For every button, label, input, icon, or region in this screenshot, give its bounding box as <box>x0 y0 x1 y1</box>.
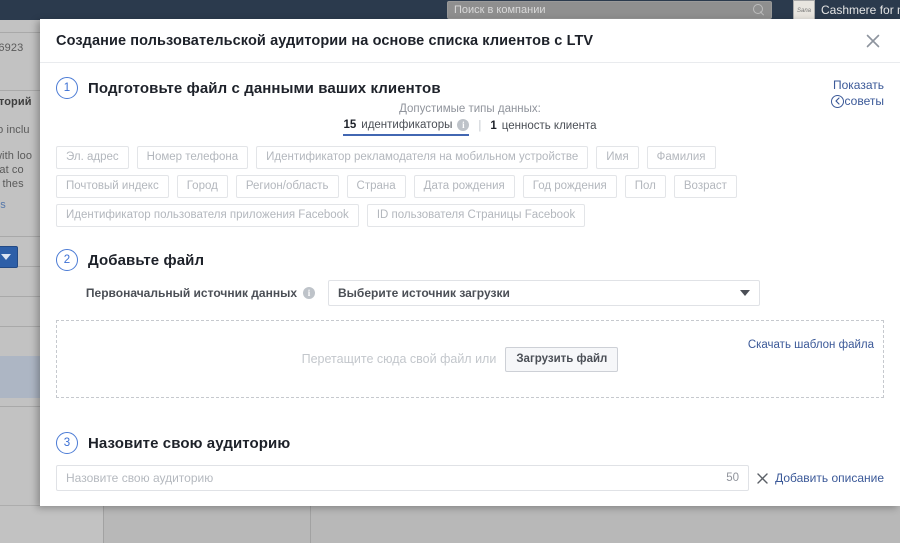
show-tips-line2: советы <box>844 94 884 108</box>
step-2-number: 2 <box>56 249 78 271</box>
chip-item: ID пользователя Страницы Facebook <box>366 204 586 227</box>
chip-item: Почтовый индекс <box>56 175 169 198</box>
chip-item: Возраст <box>673 175 737 198</box>
identifier-chip-list: Эл. адрес Номер телефона Идентификатор р… <box>56 146 884 227</box>
chip-row: Почтовый индекс Город Регион/область Стр… <box>56 175 884 198</box>
chip-item: Идентификатор пользователя приложения Fa… <box>56 204 359 227</box>
background-snippet: that co <box>0 164 24 176</box>
step-1-number: 1 <box>56 77 78 99</box>
account-name: Cashmere for m <box>821 3 900 17</box>
chip-item: Регион/область <box>235 175 339 198</box>
background-snippet: of thes <box>0 178 24 190</box>
step-2-header: 2 Добавьте файл <box>56 249 884 271</box>
file-dropzone[interactable]: Перетащите сюда свой файл или Загрузить … <box>56 320 884 398</box>
data-source-select-value: Выберите источник загрузки <box>338 286 510 300</box>
step-3-header: 3 Назовите свою аудиторию <box>56 432 884 454</box>
data-type-tabs: 15 идентификаторы i | 1 ценность клиента <box>56 119 884 136</box>
character-counter: 50 <box>726 472 740 484</box>
background-dropdown-button[interactable] <box>0 246 18 268</box>
chip-item: Дата рождения <box>413 175 515 198</box>
info-icon[interactable]: i <box>303 287 315 299</box>
background-snippet: to inclu <box>0 124 30 136</box>
step-1-header: 1 Подготовьте файл с данными ваших клиен… <box>56 77 884 99</box>
chevron-left-circle-icon <box>830 94 844 108</box>
step-3-section: 3 Назовите свою аудиторию Назовите свою … <box>56 432 884 491</box>
step-2-title: Добавьте файл <box>88 251 205 269</box>
chevron-down-icon <box>1 254 11 260</box>
company-search-field[interactable]: Поиск в компании <box>447 1 772 19</box>
add-description-link[interactable]: Добавить описание <box>775 471 884 485</box>
audience-name-placeholder: Назовите свою аудиторию <box>66 471 214 485</box>
modal-body: Показать советы 1 Подготовьте файл с дан… <box>40 63 900 491</box>
tab-separator: | <box>478 120 482 132</box>
divider <box>310 505 311 543</box>
data-source-row: Первоначальный источник данных i Выберит… <box>56 280 884 306</box>
chip-item: Год рождения <box>522 175 617 198</box>
upload-file-button[interactable]: Загрузить файл <box>505 346 619 372</box>
dropzone-text: Перетащите сюда свой файл или <box>301 352 497 366</box>
tab-customer-value-label: ценность клиента <box>501 120 597 132</box>
close-icon[interactable] <box>749 472 775 484</box>
account-thumbnail: Sana <box>793 0 815 20</box>
show-tips-line1: Показать <box>832 78 884 92</box>
info-icon[interactable]: i <box>457 119 470 131</box>
page-title: Создание пользовательской аудитории на о… <box>56 32 594 49</box>
chevron-down-icon <box>740 290 750 296</box>
tab-customer-value-count: 1 <box>490 120 497 132</box>
data-source-select[interactable]: Выберите источник загрузки <box>328 280 760 306</box>
tab-identifiers-count: 15 <box>343 119 357 131</box>
step-1-title: Подготовьте файл с данными ваших клиенто… <box>88 79 441 97</box>
chip-item: Пол <box>624 175 666 198</box>
chip-item: Эл. адрес <box>56 146 129 169</box>
background-snippet: es <box>0 199 6 211</box>
background-snippet: иторий <box>0 96 32 108</box>
divider <box>103 505 104 543</box>
chip-row: Эл. адрес Номер телефона Идентификатор р… <box>56 146 884 169</box>
download-template-link[interactable]: Скачать шаблон файла <box>748 339 874 351</box>
chip-item: Страна <box>346 175 406 198</box>
show-tips-link[interactable]: Показать советы <box>830 77 884 109</box>
step-3-number: 3 <box>56 432 78 454</box>
search-icon <box>753 4 765 16</box>
allowed-data-types-label: Допустимые типы данных: <box>399 103 541 115</box>
chip-item: Идентификатор рекламодателя на мобильном… <box>256 146 589 169</box>
chip-item: Город <box>176 175 228 198</box>
background-snippet: 356923 <box>0 42 24 54</box>
audience-name-row: Назовите свою аудиторию 50 Добавить опис… <box>56 465 884 491</box>
step-2-section: 2 Добавьте файл Первоначальный источник … <box>56 249 884 398</box>
step-3-title: Назовите свою аудиторию <box>88 434 291 452</box>
tab-identifiers-label: идентификаторы <box>361 119 453 131</box>
background-snippet: with loo <box>0 150 33 162</box>
chip-item: Имя <box>596 146 639 169</box>
chip-row: Идентификатор пользователя приложения Fa… <box>56 204 884 227</box>
allowed-data-types: Допустимые типы данных: 15 идентификатор… <box>56 103 884 136</box>
audience-name-input[interactable]: Назовите свою аудиторию 50 <box>56 465 750 491</box>
modal-header: Создание пользовательской аудитории на о… <box>40 19 900 63</box>
chip-item: Номер телефона <box>136 146 249 169</box>
tab-customer-value[interactable]: 1 ценность клиента <box>490 120 596 135</box>
company-search-placeholder: Поиск в компании <box>454 4 546 16</box>
data-source-label-group: Первоначальный источник данных i <box>56 286 328 300</box>
data-source-label: Первоначальный источник данных <box>85 286 297 300</box>
create-audience-modal: Создание пользовательской аудитории на о… <box>40 19 900 506</box>
close-icon[interactable] <box>860 28 886 54</box>
tab-identifiers[interactable]: 15 идентификаторы i <box>343 119 470 136</box>
chip-item: Фамилия <box>646 146 716 169</box>
